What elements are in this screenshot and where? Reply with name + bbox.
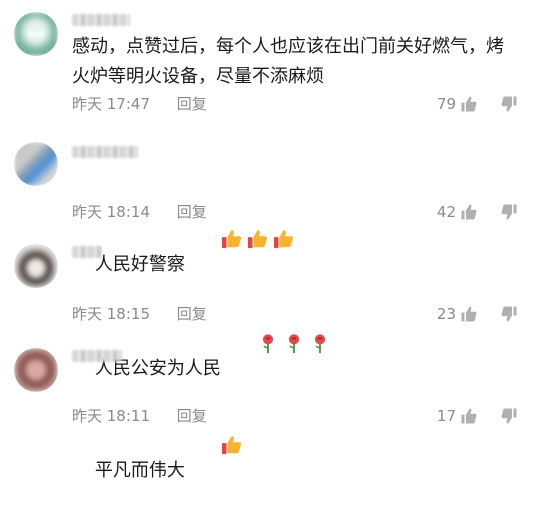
comment-text-content: 平凡而伟大 <box>94 460 185 481</box>
dislike-button[interactable] <box>500 305 518 323</box>
avatar[interactable] <box>14 142 58 186</box>
comment-actions: 42 <box>437 202 518 222</box>
thumbs-up-icon <box>461 306 477 322</box>
comment-item: 人民好警察 昨天 18:14 回复 42 <box>0 130 534 275</box>
comment-actions: 79 <box>437 94 518 114</box>
like-button[interactable] <box>460 95 478 113</box>
thumbs-down-icon <box>501 96 517 112</box>
comment-time: 昨天 18:15 <box>72 305 150 323</box>
comment-meta: 昨天 17:47 回复 <box>72 94 207 114</box>
thumbs-up-icon <box>461 408 477 424</box>
thumbs-up-icon <box>461 96 477 112</box>
dislike-button[interactable] <box>500 407 518 425</box>
like-count: 42 <box>436 203 456 221</box>
comment-meta: 昨天 18:14 回复 <box>72 202 207 222</box>
comment-time: 昨天 18:14 <box>72 203 150 221</box>
thumbs-down-icon <box>501 306 517 322</box>
dislike-button[interactable] <box>500 95 518 113</box>
username-blurred[interactable] <box>72 246 102 258</box>
like-count: 17 <box>436 407 456 425</box>
thumbs-down-icon <box>501 408 517 424</box>
comment-meta: 昨天 18:11 回复 <box>72 406 207 426</box>
comment-actions: 17 <box>437 406 518 426</box>
thumbs-up-icon <box>222 436 242 455</box>
username-blurred[interactable] <box>72 146 138 158</box>
reply-button[interactable]: 回复 <box>177 304 207 324</box>
like-count: 23 <box>436 305 456 323</box>
comment-text: 平凡而伟大 <box>72 370 514 520</box>
thumbs-down-icon <box>501 204 517 220</box>
reply-button[interactable]: 回复 <box>177 94 207 114</box>
comment-item: 平凡而伟大 昨天 18:11 回复 17 <box>0 336 534 481</box>
username-blurred[interactable] <box>72 350 122 362</box>
like-button[interactable] <box>460 407 478 425</box>
reply-button[interactable]: 回复 <box>177 202 207 222</box>
comment-item: 人民公安为人民 昨天 18:15 回复 23 <box>0 232 534 379</box>
comment-item: 感动，点赞过后，每个人也应该在出门前关好燃气，烤火炉等明火设备，尽量不添麻烦 昨… <box>0 0 534 118</box>
reply-button[interactable]: 回复 <box>177 406 207 426</box>
comment-meta: 昨天 18:15 回复 <box>72 304 207 324</box>
like-button[interactable] <box>460 203 478 221</box>
dislike-button[interactable] <box>500 203 518 221</box>
comment-actions: 23 <box>437 304 518 324</box>
comment-text: 感动，点赞过后，每个人也应该在出门前关好燃气，烤火炉等明火设备，尽量不添麻烦 <box>72 36 504 87</box>
comment-time: 昨天 17:47 <box>72 95 150 113</box>
avatar[interactable] <box>14 244 58 288</box>
username-blurred[interactable] <box>72 14 130 26</box>
thumbs-up-icon <box>461 204 477 220</box>
avatar[interactable] <box>14 12 58 56</box>
avatar[interactable] <box>14 348 58 392</box>
comment-time: 昨天 18:11 <box>72 407 150 425</box>
like-count: 79 <box>436 95 456 113</box>
like-button[interactable] <box>460 305 478 323</box>
